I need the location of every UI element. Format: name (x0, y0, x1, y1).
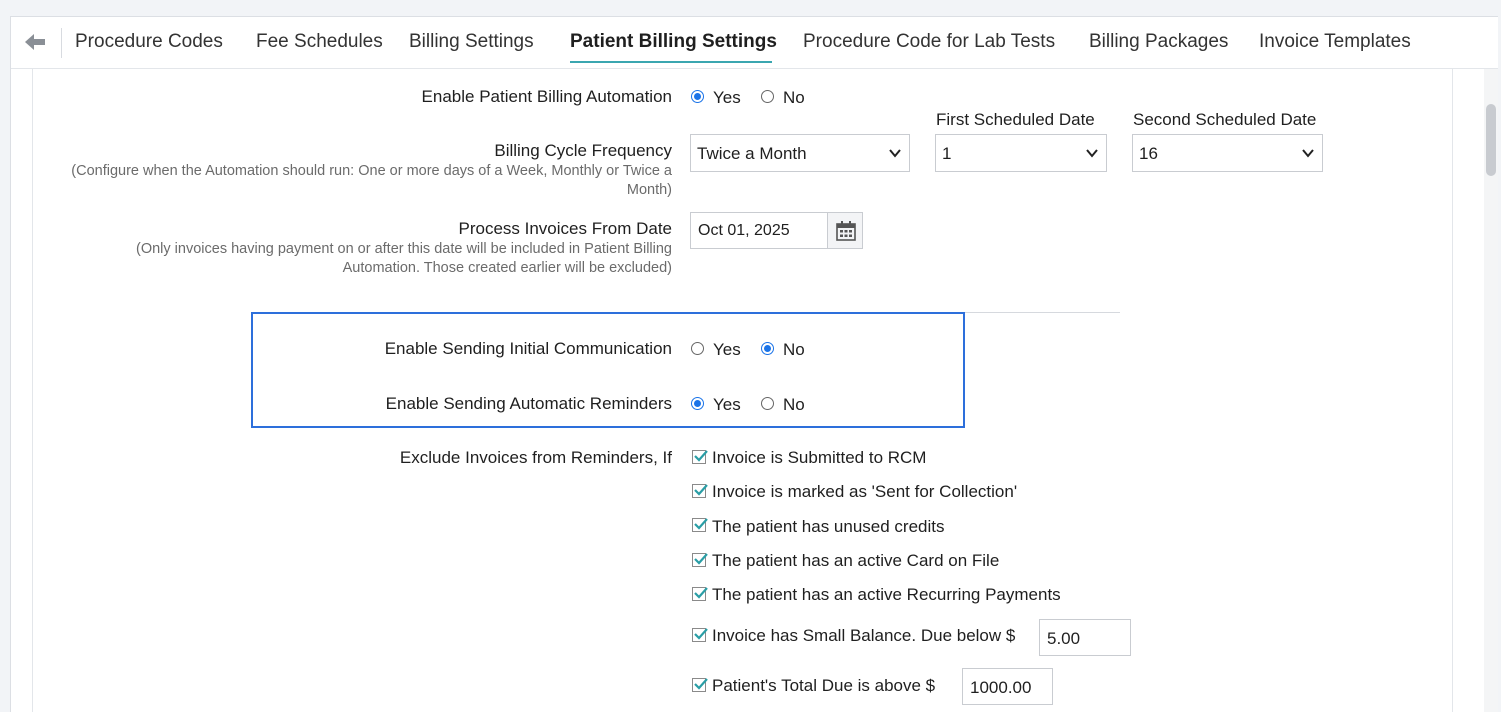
reminders-no-label: No (783, 395, 805, 414)
exclude-label: Exclude Invoices from Reminders, If (399, 448, 672, 467)
calendar-icon (836, 221, 856, 241)
active-tab-indicator (570, 61, 772, 63)
second-date-value: 16 (1139, 144, 1158, 163)
initial-comm-yes-label: Yes (713, 340, 741, 359)
exclude-recurring-checkbox[interactable] (692, 587, 708, 601)
reminders-no-radio[interactable] (761, 397, 774, 410)
from-date-input[interactable]: Oct 01, 2025 (690, 212, 828, 249)
tab-patient-billing-settings[interactable]: Patient Billing Settings (570, 31, 777, 53)
exclude-rcm-checkbox[interactable] (692, 450, 708, 464)
chevron-down-icon (1302, 149, 1314, 158)
second-date-select[interactable]: 16 (1132, 134, 1323, 172)
exclude-collection-checkbox[interactable] (692, 484, 708, 498)
initial-comm-no-radio[interactable] (761, 342, 774, 355)
chevron-down-icon (1086, 149, 1098, 158)
initial-comm-yes-radio[interactable] (691, 342, 704, 355)
first-date-header: First Scheduled Date (936, 110, 1095, 129)
tab-billing-packages[interactable]: Billing Packages (1089, 31, 1228, 53)
exclude-small-balance-label: Invoice has Small Balance. Due below $ (712, 626, 1016, 645)
small-balance-input[interactable]: 5.00 (1039, 619, 1131, 656)
tab-procedure-codes[interactable]: Procedure Codes (75, 31, 223, 53)
tab-invoice-templates[interactable]: Invoice Templates (1259, 31, 1411, 53)
exclude-credits-checkbox[interactable] (692, 518, 708, 532)
total-due-input[interactable]: 1000.00 (962, 668, 1053, 705)
reminders-yes-label: Yes (713, 395, 741, 414)
cycle-hint: (Configure when the Automation should ru… (71, 163, 672, 198)
calendar-button[interactable] (827, 212, 863, 249)
cycle-frequency-select[interactable]: Twice a Month (690, 134, 910, 172)
tab-bar: Procedure Codes Fee Schedules Billing Se… (11, 17, 1498, 69)
exclude-small-balance-checkbox[interactable] (692, 628, 708, 642)
cycle-frequency-value: Twice a Month (697, 144, 807, 163)
back-arrow-icon[interactable] (23, 31, 47, 53)
checkmark-icon (694, 628, 708, 640)
reminders-yes-radio[interactable] (691, 397, 704, 410)
tab-separator (61, 28, 62, 58)
checkmark-icon (694, 553, 708, 565)
checkmark-icon (694, 518, 708, 530)
chevron-down-icon (889, 149, 901, 158)
exclude-card-label: The patient has an active Card on File (712, 551, 1000, 570)
exclude-total-due-checkbox[interactable] (692, 678, 708, 692)
automation-no-label: No (783, 88, 805, 107)
first-date-value: 1 (942, 144, 952, 163)
tab-procedure-code-lab-tests[interactable]: Procedure Code for Lab Tests (803, 31, 1055, 53)
content-border-right (1452, 69, 1453, 712)
reminders-label: Enable Sending Automatic Reminders (385, 394, 672, 413)
from-date-hint: (Only invoices having payment on or afte… (136, 241, 672, 276)
tab-billing-settings[interactable]: Billing Settings (409, 31, 534, 53)
automation-yes-label: Yes (713, 88, 741, 107)
from-date-label: Process Invoices From Date (458, 219, 672, 238)
second-date-header: Second Scheduled Date (1133, 110, 1317, 129)
exclude-total-due-label: Patient's Total Due is above $ (712, 676, 936, 695)
checkmark-icon (694, 484, 708, 496)
automation-yes-radio[interactable] (691, 90, 704, 103)
first-date-select[interactable]: 1 (935, 134, 1107, 172)
scrollbar-thumb[interactable] (1486, 104, 1496, 176)
content-border-left (32, 69, 33, 712)
initial-comm-label: Enable Sending Initial Communication (384, 339, 672, 358)
exclude-credits-label: The patient has unused credits (712, 517, 945, 536)
tab-fee-schedules[interactable]: Fee Schedules (256, 31, 383, 53)
cycle-label: Billing Cycle Frequency (494, 141, 672, 160)
checkmark-icon (694, 450, 708, 462)
exclude-recurring-label: The patient has an active Recurring Paym… (712, 585, 1061, 604)
initial-comm-no-label: No (783, 340, 805, 359)
checkmark-icon (694, 587, 708, 599)
exclude-collection-label: Invoice is marked as 'Sent for Collectio… (712, 482, 1018, 501)
automation-no-radio[interactable] (761, 90, 774, 103)
exclude-card-checkbox[interactable] (692, 553, 708, 567)
exclude-rcm-label: Invoice is Submitted to RCM (712, 448, 927, 467)
checkmark-icon (694, 678, 708, 690)
automation-label: Enable Patient Billing Automation (421, 87, 672, 106)
